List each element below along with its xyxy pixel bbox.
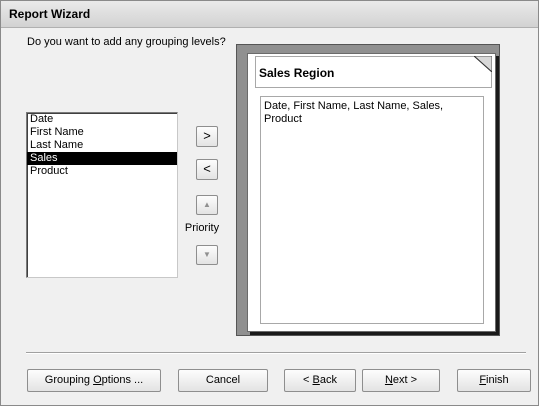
finish-button[interactable]: Finish	[457, 369, 531, 392]
footer-separator	[26, 352, 526, 354]
remove-grouping-button[interactable]: <	[196, 159, 218, 180]
next-accesskey: N	[384, 374, 393, 386]
arrow-down-icon: ▼	[203, 250, 211, 259]
grouping-options-button[interactable]: Grouping Options ...	[27, 369, 161, 392]
next-label-post: ext >	[392, 374, 418, 386]
field-item-sales[interactable]: Sales	[27, 152, 177, 165]
back-label-pre: <	[303, 374, 313, 386]
back-accesskey: B	[312, 374, 320, 386]
detail-fields-text: Date, First Name, Last Name, Sales, Prod…	[264, 100, 444, 125]
field-item-date[interactable]: Date	[27, 113, 177, 126]
page-fold-icon	[474, 56, 492, 72]
priority-up-button[interactable]: ▲	[196, 195, 218, 215]
grouping-question: Do you want to add any grouping levels?	[27, 36, 226, 48]
next-button[interactable]: Next >	[362, 369, 440, 392]
grouping-options-accesskey: O	[93, 374, 102, 386]
back-button[interactable]: < Back	[284, 369, 356, 392]
priority-label: Priority	[184, 222, 220, 234]
cancel-label: Cancel	[205, 374, 241, 386]
arrow-up-icon: ▲	[203, 200, 211, 209]
field-item-last-name[interactable]: Last Name	[27, 139, 177, 152]
group-header-box: Sales Region	[255, 56, 492, 88]
cancel-button[interactable]: Cancel	[178, 369, 268, 392]
window-title: Report Wizard	[9, 7, 91, 21]
add-grouping-button[interactable]: >	[196, 126, 218, 147]
field-item-first-name[interactable]: First Name	[27, 126, 177, 139]
priority-down-button[interactable]: ▼	[196, 245, 218, 265]
grouping-options-label-pre: Grouping	[44, 374, 94, 386]
available-fields-list[interactable]: Date First Name Last Name Sales Product	[26, 112, 178, 278]
finish-label-post: inish	[486, 374, 509, 386]
grouping-options-label-post: ptions ...	[101, 374, 144, 386]
field-item-product[interactable]: Product	[27, 165, 177, 178]
back-label-post: ack	[319, 374, 337, 386]
detail-fields-box: Date, First Name, Last Name, Sales, Prod…	[260, 96, 484, 324]
title-bar[interactable]: Report Wizard	[1, 1, 538, 28]
group-header-label: Sales Region	[259, 66, 335, 80]
